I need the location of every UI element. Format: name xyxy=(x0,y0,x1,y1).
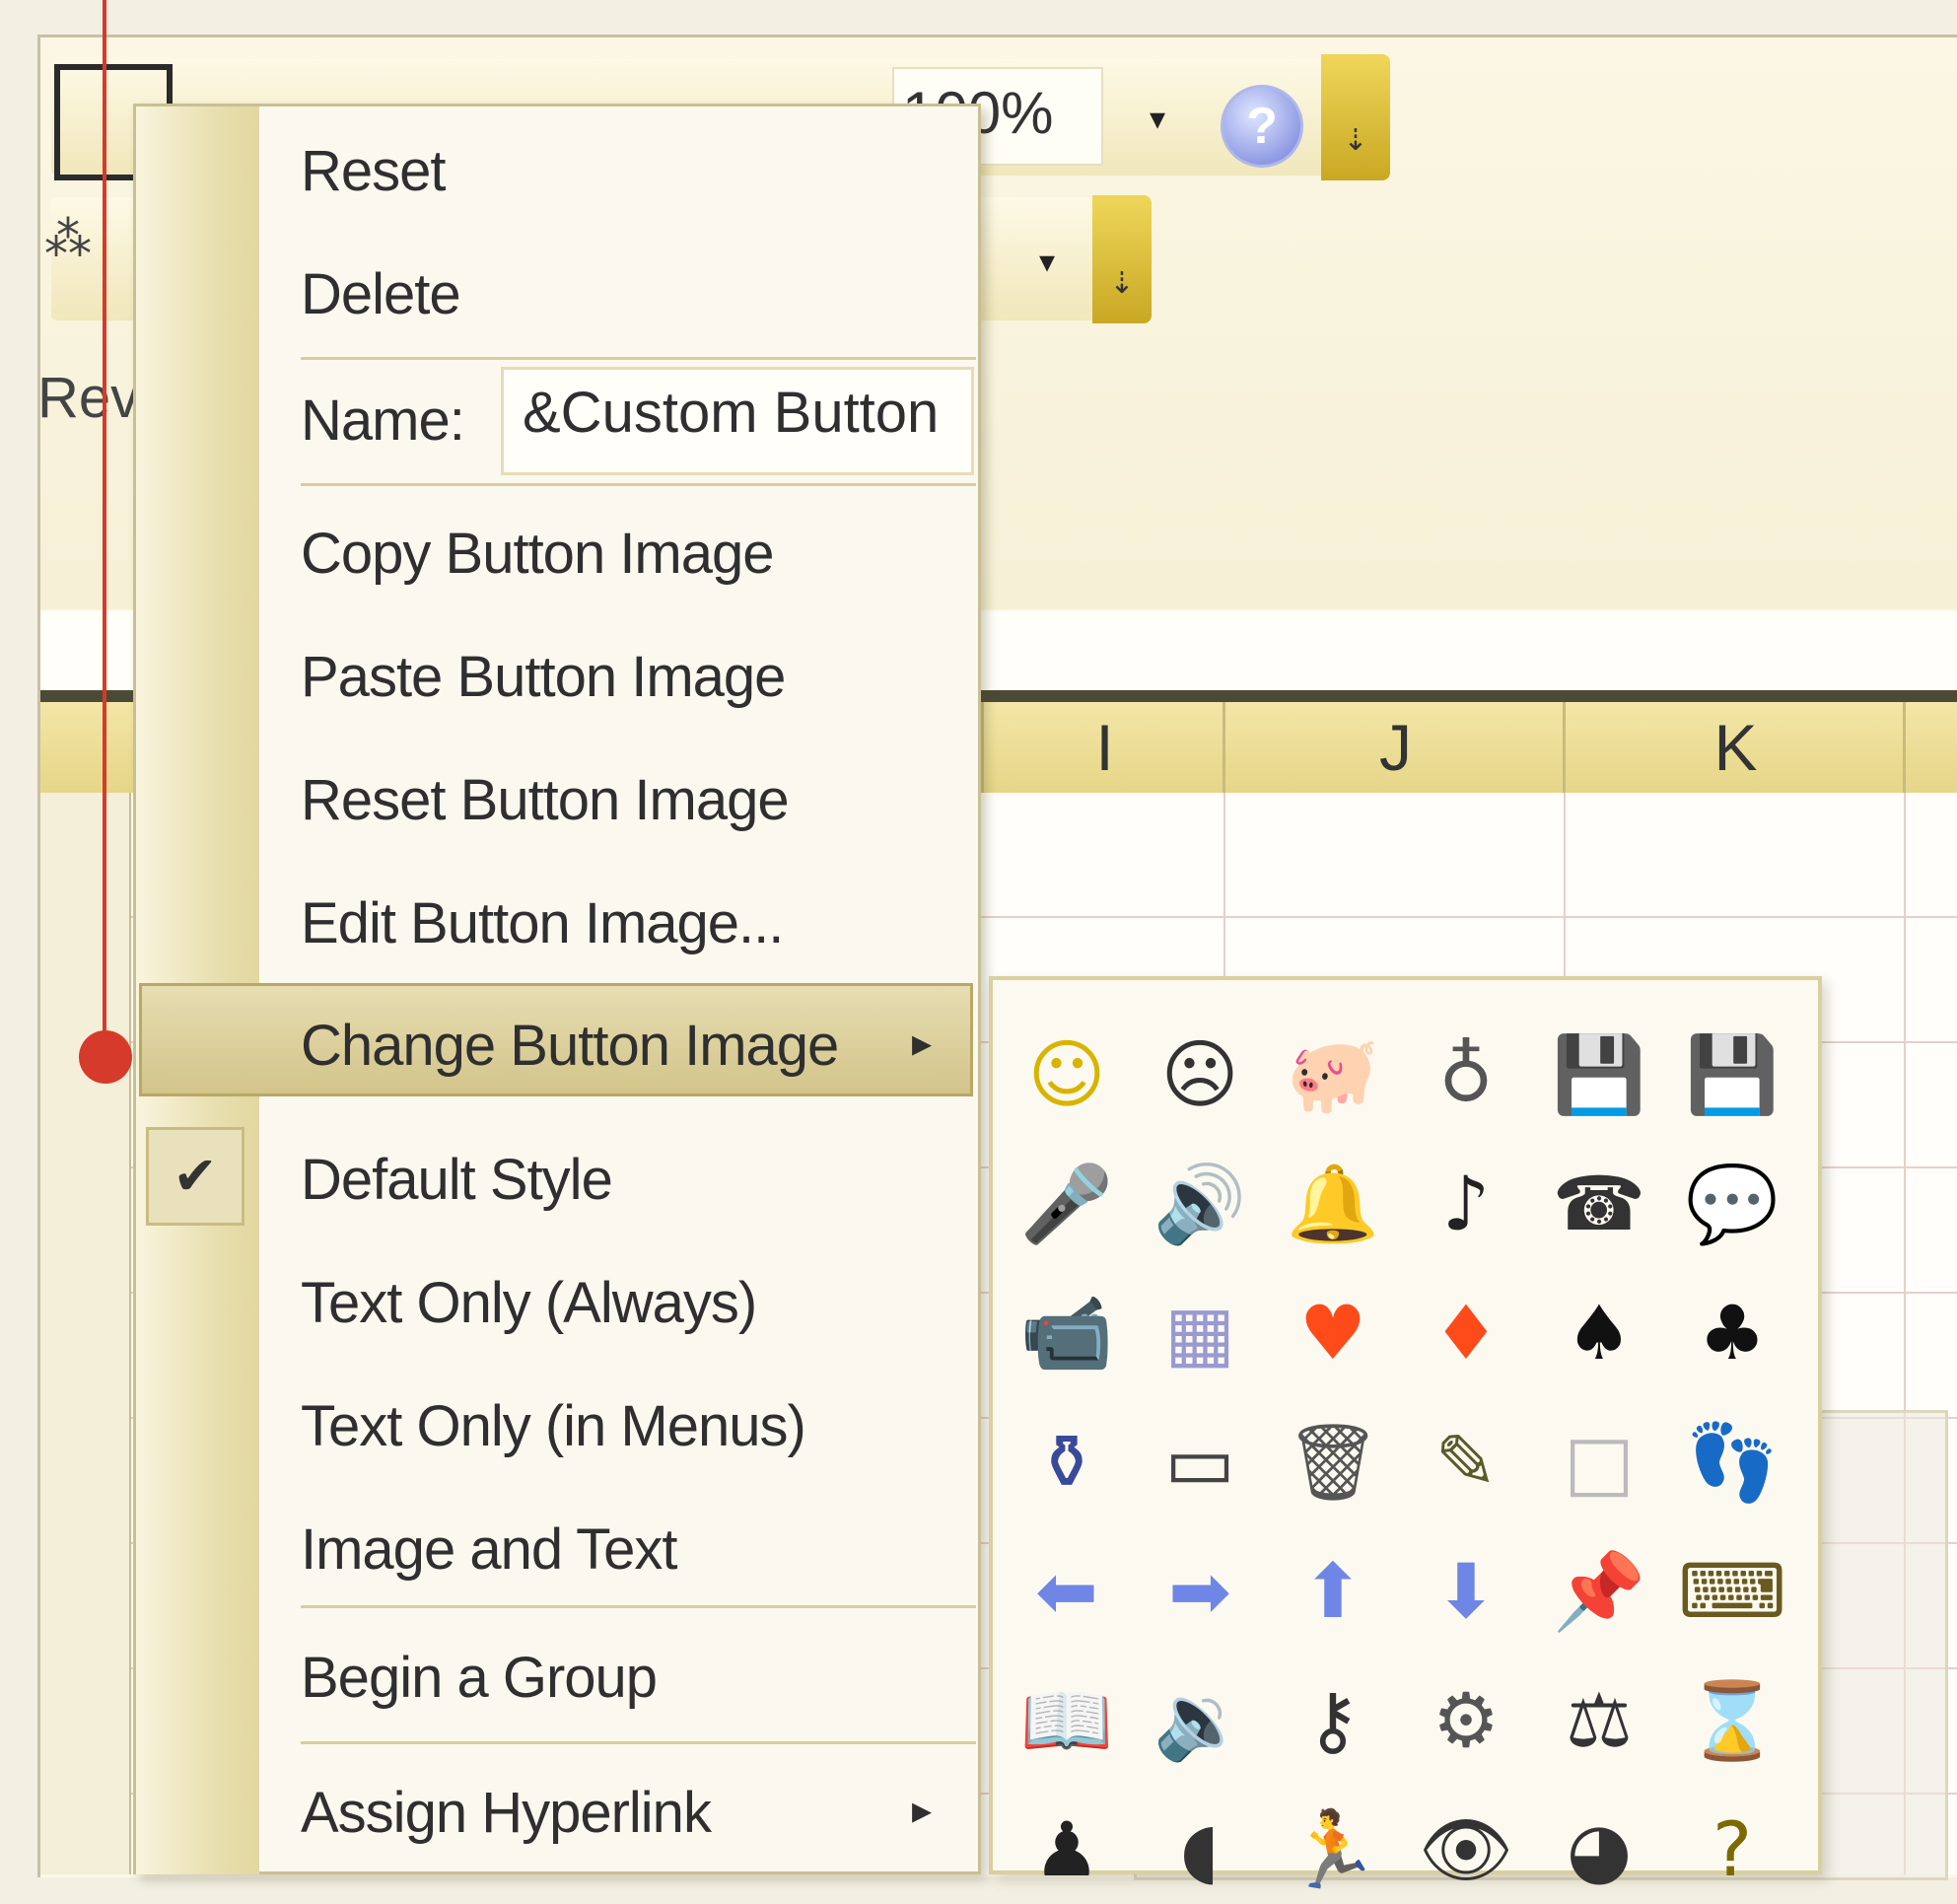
column-header-k[interactable]: K xyxy=(1563,702,1906,793)
name-field-value: &Custom Button xyxy=(523,381,940,445)
font-color-dropdown-arrow[interactable]: ▾ xyxy=(1025,217,1069,306)
heart-icon[interactable]: ♥ xyxy=(1279,1279,1387,1387)
checkmark-icon: ✔ xyxy=(146,1127,245,1226)
zoom-dropdown-arrow[interactable]: ▾ xyxy=(1136,74,1179,163)
trash-can-icon[interactable]: 🗑 xyxy=(1279,1408,1387,1516)
music-note-icon[interactable]: ♪ xyxy=(1412,1150,1520,1258)
calculator-icon[interactable]: ▦ xyxy=(1146,1279,1254,1387)
column-header-l[interactable] xyxy=(1903,702,1957,793)
frown-face-icon[interactable]: ☹ xyxy=(1146,1021,1254,1129)
menu-item-begin-a-group[interactable]: Begin a Group xyxy=(301,1645,658,1711)
save-up-icon[interactable]: 💾 xyxy=(1545,1021,1653,1129)
smiley-face-icon[interactable]: ☺ xyxy=(1013,1021,1121,1129)
help-icon[interactable]: ? xyxy=(1221,85,1303,168)
person-icon[interactable]: ♟ xyxy=(1013,1796,1121,1904)
menu-separator xyxy=(301,357,976,360)
menu-item-copy-button-image[interactable]: Copy Button Image xyxy=(301,521,775,587)
piggy-bank-icon[interactable]: 🐖 xyxy=(1279,1021,1387,1129)
footprints-icon[interactable]: 👣 xyxy=(1678,1408,1786,1516)
pencil-icon[interactable]: ✎ xyxy=(1412,1408,1520,1516)
menu-separator xyxy=(301,1741,976,1744)
menu-item-text-only-always[interactable]: Text Only (Always) xyxy=(301,1270,757,1336)
row-header-bar xyxy=(40,793,131,1874)
submenu-arrow-icon: ▸ xyxy=(912,1022,933,1065)
telephone-icon[interactable]: ☎ xyxy=(1545,1150,1653,1258)
key-icon[interactable]: ⚷ xyxy=(1279,1666,1387,1775)
toolbar-options-handle[interactable]: ⇣ xyxy=(1321,54,1390,180)
microphone-icon[interactable]: 🎤 xyxy=(1013,1150,1121,1258)
toolbar-options-handle-2[interactable]: ⇣ xyxy=(1092,195,1152,323)
speaker-icon[interactable]: 🔊 xyxy=(1146,1150,1254,1258)
arrow-right-icon[interactable]: ➡ xyxy=(1146,1537,1254,1646)
diamond-icon[interactable]: ♦ xyxy=(1412,1279,1520,1387)
reviewing-toolbar-label: Rev xyxy=(37,366,140,430)
sound-wave-icon[interactable]: 🔉 xyxy=(1146,1666,1254,1775)
globe-icon[interactable]: ◕ xyxy=(1545,1796,1653,1904)
submenu-arrow-icon: ▸ xyxy=(912,1789,933,1832)
speech-bubble-icon[interactable]: 💬 xyxy=(1678,1150,1786,1258)
callout-line xyxy=(103,0,106,1055)
menu-item-reset[interactable]: Reset xyxy=(301,138,447,204)
menu-separator xyxy=(301,1605,976,1608)
head-profile-icon[interactable]: ◖ xyxy=(1146,1796,1254,1904)
menu-item-assign-hyperlink[interactable]: Assign Hyperlink xyxy=(301,1780,712,1846)
menu-item-delete[interactable]: Delete xyxy=(301,261,461,327)
menu-item-image-and-text[interactable]: Image and Text xyxy=(301,1516,678,1583)
save-down-icon[interactable]: 💾 xyxy=(1678,1021,1786,1129)
name-label: Name: xyxy=(301,388,465,453)
toolbar-icon-fragment: ⁂ xyxy=(44,214,92,266)
menu-item-text-only-in-menus[interactable]: Text Only (in Menus) xyxy=(301,1393,806,1459)
chevron-down-icon: ⇣ xyxy=(1343,124,1368,157)
arrow-up-icon[interactable]: ⬆ xyxy=(1279,1537,1387,1646)
chevron-down-icon: ⇣ xyxy=(1109,267,1135,300)
club-icon[interactable]: ♣ xyxy=(1678,1279,1786,1387)
running-man-icon[interactable]: 🏃 xyxy=(1279,1796,1387,1904)
scales-icon[interactable]: ⚖ xyxy=(1545,1666,1653,1775)
bell-icon[interactable]: 🔔 xyxy=(1279,1150,1387,1258)
column-header-i[interactable]: I xyxy=(981,702,1225,793)
callout-dot xyxy=(79,1030,132,1084)
menu-separator xyxy=(301,483,976,486)
keyboard-icon[interactable]: ⌨ xyxy=(1678,1537,1786,1646)
spade-icon[interactable]: ♠ xyxy=(1545,1279,1653,1387)
blank-square-icon[interactable]: □ xyxy=(1545,1408,1653,1516)
hourglass-icon[interactable]: ⌛ xyxy=(1678,1666,1786,1775)
menu-item-default-style[interactable]: Default Style xyxy=(301,1147,613,1213)
menu-item-edit-button-image[interactable]: Edit Button Image... xyxy=(301,890,784,956)
push-pin-icon[interactable]: 📌 xyxy=(1545,1537,1653,1646)
gears-icon[interactable]: ⚙ xyxy=(1412,1666,1520,1775)
book-icon[interactable]: 📖 xyxy=(1013,1666,1121,1775)
menu-item-reset-button-image[interactable]: Reset Button Image xyxy=(301,767,790,833)
arrow-down-icon[interactable]: ⬇ xyxy=(1412,1537,1520,1646)
money-bag-icon[interactable]: ♁ xyxy=(1412,1021,1520,1129)
eye-icon[interactable]: 👁 xyxy=(1412,1796,1520,1904)
arrow-left-icon[interactable]: ⬅ xyxy=(1013,1537,1121,1646)
jar-icon[interactable]: ⚱ xyxy=(1013,1408,1121,1516)
column-header-j[interactable]: J xyxy=(1223,702,1566,793)
video-camera-icon[interactable]: 📹 xyxy=(1013,1279,1121,1387)
question-mark-icon[interactable]: ? xyxy=(1678,1796,1786,1904)
menu-item-paste-button-image[interactable]: Paste Button Image xyxy=(301,644,786,710)
battery-icon[interactable]: ▭ xyxy=(1146,1408,1254,1516)
menu-item-change-button-image[interactable]: Change Button Image xyxy=(301,1013,839,1079)
